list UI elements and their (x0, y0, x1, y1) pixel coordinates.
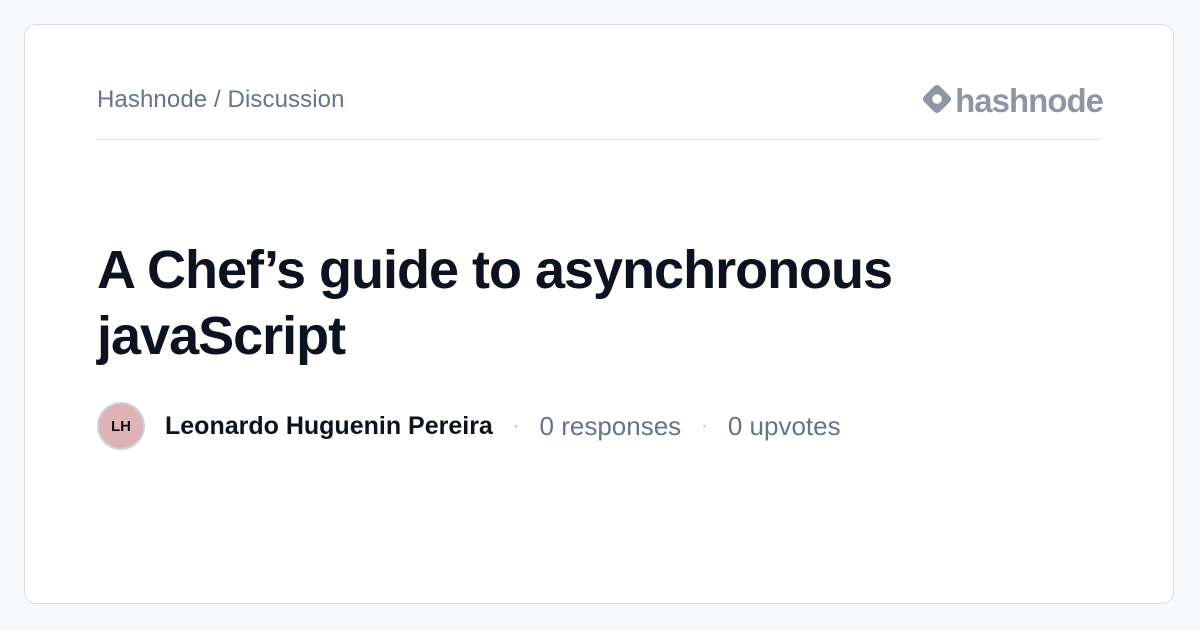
post-meta: LH Leonardo Huguenin Pereira · 0 respons… (97, 402, 841, 450)
meta-separator: · (701, 414, 708, 437)
breadcrumb[interactable]: Hashnode / Discussion (97, 86, 345, 114)
upvotes-count: 0 upvotes (727, 410, 841, 441)
author-name[interactable]: Leonardo Huguenin Pereira (165, 412, 493, 441)
logo-wordmark: hashnode (955, 82, 1104, 119)
meta-separator: · (512, 414, 520, 437)
og-card: Hashnode / Discussion hashnode A Chef’s … (24, 24, 1174, 604)
responses-count: 0 responses (539, 410, 682, 441)
hashnode-logo-icon (922, 84, 955, 119)
card-header: Hashnode / Discussion hashnode (97, 73, 1104, 140)
hashnode-logo[interactable]: hashnode (922, 82, 1104, 120)
avatar[interactable]: LH (97, 402, 145, 450)
post-title[interactable]: A Chef’s guide to asynchronous javaScrip… (97, 237, 1077, 369)
